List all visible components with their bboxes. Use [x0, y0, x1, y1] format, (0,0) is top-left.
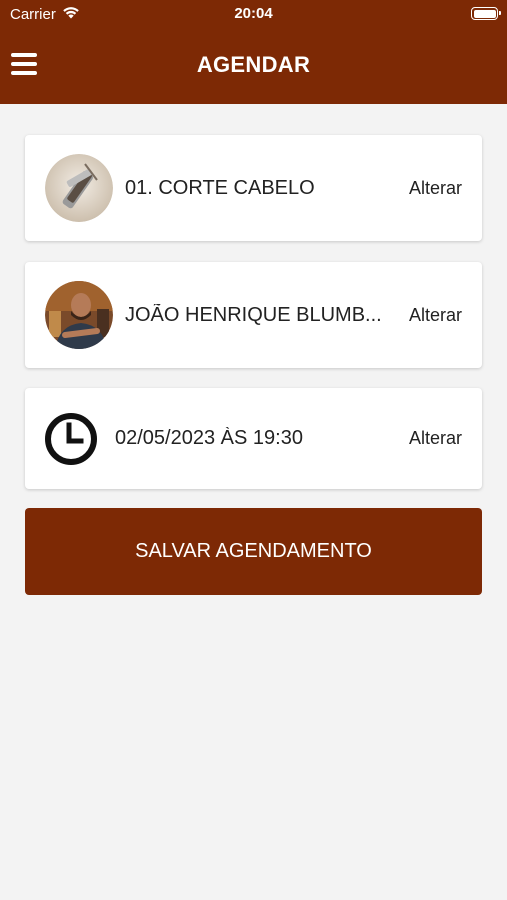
page-title: AGENDAR	[196, 52, 311, 77]
datetime-label: 02/05/2023 ÀS 19:30	[115, 427, 303, 449]
change-professional-button[interactable]: Alterar	[409, 305, 462, 326]
clock-icon	[45, 413, 97, 465]
professional-avatar	[45, 281, 113, 349]
professional-card: JOÃO HENRIQUE BLUMB... Alterar	[25, 262, 482, 368]
battery-icon	[471, 7, 501, 20]
change-datetime-button[interactable]: Alterar	[409, 428, 462, 449]
service-label: 01. CORTE CABELO	[125, 177, 315, 199]
status-bar: Carrier 20:04	[0, 0, 507, 28]
status-time: 20:04	[234, 5, 273, 22]
app-header: Carrier 20:04 AGENDAR	[0, 0, 507, 104]
service-card: 01. CORTE CABELO Alterar	[25, 135, 482, 241]
service-image	[45, 154, 113, 222]
datetime-card: 02/05/2023 ÀS 19:30 Alterar	[25, 388, 482, 489]
professional-label: JOÃO HENRIQUE BLUMB...	[125, 304, 382, 326]
change-service-button[interactable]: Alterar	[409, 178, 462, 199]
save-appointment-button[interactable]: SALVAR AGENDAMENTO	[25, 508, 482, 595]
